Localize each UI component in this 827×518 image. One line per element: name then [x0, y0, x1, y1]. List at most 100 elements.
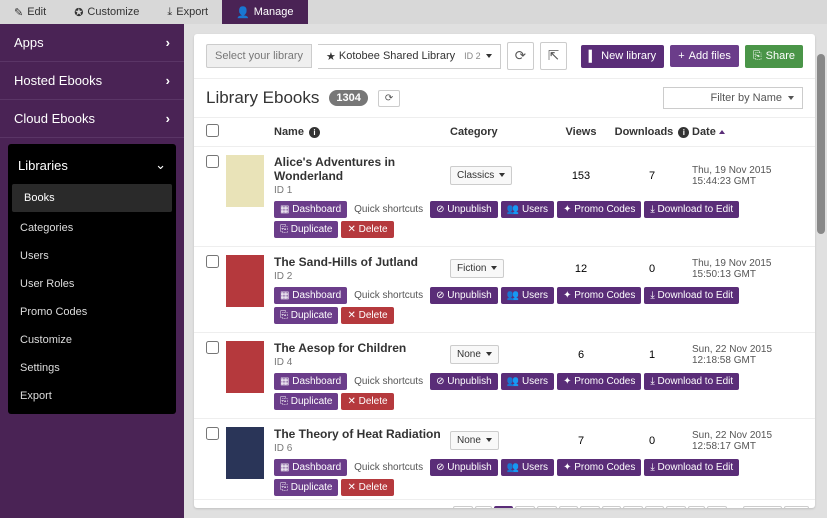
library-name: Kotobee Shared Library: [339, 50, 455, 62]
dashboard-button[interactable]: ▦ Dashboard: [274, 459, 347, 476]
book-id: ID 4: [274, 357, 450, 368]
new-library-button[interactable]: ▍New library: [581, 45, 664, 68]
promo-codes-button[interactable]: ✦ Promo Codes: [557, 287, 641, 304]
pager-first[interactable]: «: [453, 506, 473, 508]
select-library-label: Select your library: [206, 44, 312, 68]
col-downloads[interactable]: Downloads i: [612, 126, 692, 138]
filter-select[interactable]: Filter by Name: [663, 87, 803, 109]
book-icon: ▍: [589, 50, 597, 63]
download-edit-button[interactable]: ⤓ Download to Edit: [644, 459, 739, 476]
date-value: Thu, 19 Nov 2015 15:44:23 GMT: [692, 165, 803, 187]
users-button[interactable]: 👥 Users: [501, 459, 554, 476]
promo-codes-button[interactable]: ✦ Promo Codes: [557, 459, 641, 476]
duplicate-button[interactable]: ⎘ Duplicate: [274, 307, 338, 324]
sidebar-item-export[interactable]: Export: [8, 382, 176, 410]
book-title: The Sand-Hills of Jutland: [274, 255, 450, 269]
duplicate-button[interactable]: ⎘ Duplicate: [274, 221, 338, 238]
downloads-value: 1: [612, 349, 692, 361]
col-name[interactable]: Name i: [274, 126, 450, 138]
download-edit-button[interactable]: ⤓ Download to Edit: [644, 373, 739, 390]
unpublish-button[interactable]: ⊘ Unpublish: [430, 373, 498, 390]
sidebar-item-books[interactable]: Books: [12, 184, 172, 212]
pagination: «‹123456789›»Rows20: [194, 499, 815, 508]
sidebar-item-settings[interactable]: Settings: [8, 354, 176, 382]
table-row: Alice's Adventures in WonderlandID 1Clas…: [194, 147, 815, 247]
pager-page-4[interactable]: 4: [559, 506, 579, 508]
book-title: The Aesop for Children: [274, 341, 450, 355]
pager-page-6[interactable]: 6: [602, 506, 622, 508]
duplicate-button[interactable]: ⎘ Duplicate: [274, 393, 338, 410]
unpublish-button[interactable]: ⊘ Unpublish: [430, 287, 498, 304]
pager-next[interactable]: ›: [688, 506, 705, 508]
pager-page-3[interactable]: 3: [537, 506, 557, 508]
dashboard-button[interactable]: ▦ Dashboard: [274, 373, 347, 390]
plus-icon: +: [678, 50, 684, 62]
sidebar-item-promo-codes[interactable]: Promo Codes: [8, 298, 176, 326]
add-files-button[interactable]: +Add files: [670, 45, 739, 67]
pager-page-8[interactable]: 8: [645, 506, 665, 508]
users-button[interactable]: 👥 Users: [501, 201, 554, 218]
refresh-list-button[interactable]: ⟳: [378, 90, 400, 107]
quick-shortcuts-label: Quick shortcuts: [354, 204, 423, 215]
download-edit-button[interactable]: ⤓ Download to Edit: [644, 287, 739, 304]
delete-button[interactable]: ✕ Delete: [341, 221, 393, 238]
col-views[interactable]: Views: [550, 126, 612, 138]
rows-per-page[interactable]: 20: [784, 506, 809, 508]
pager-last[interactable]: »: [707, 506, 727, 508]
table-row: The Sand-Hills of JutlandID 2Fiction 120…: [194, 247, 815, 333]
delete-button[interactable]: ✕ Delete: [341, 307, 393, 324]
tab-export[interactable]: ⤓Export: [153, 0, 222, 24]
views-value: 7: [550, 435, 612, 447]
duplicate-button[interactable]: ⎘ Duplicate: [274, 479, 338, 496]
row-checkbox[interactable]: [206, 255, 219, 268]
scrollbar[interactable]: [817, 54, 825, 234]
category-select[interactable]: Classics: [450, 166, 512, 185]
library-selector[interactable]: ★ Kotobee Shared Library ID 2: [318, 44, 501, 69]
refresh-button[interactable]: ⟳: [507, 42, 534, 70]
quick-shortcuts-label: Quick shortcuts: [354, 462, 423, 473]
book-id: ID 1: [274, 185, 450, 196]
row-checkbox[interactable]: [206, 155, 219, 168]
col-category[interactable]: Category: [450, 126, 550, 138]
tab-manage[interactable]: 👤Manage: [222, 0, 307, 24]
download-edit-button[interactable]: ⤓ Download to Edit: [644, 201, 739, 218]
tab-edit[interactable]: ✎Edit: [0, 0, 60, 24]
row-checkbox[interactable]: [206, 341, 219, 354]
libraries-header[interactable]: Libraries ⌄: [8, 148, 176, 182]
sidebar-section-apps[interactable]: Apps›: [0, 24, 184, 62]
pager-page-2[interactable]: 2: [515, 506, 535, 508]
sidebar-section-cloud-ebooks[interactable]: Cloud Ebooks›: [0, 100, 184, 138]
category-select[interactable]: Fiction: [450, 259, 504, 278]
sidebar-section-hosted-ebooks[interactable]: Hosted Ebooks›: [0, 62, 184, 100]
dashboard-button[interactable]: ▦ Dashboard: [274, 287, 347, 304]
select-all-checkbox[interactable]: [206, 124, 219, 137]
libraries-panel: Libraries ⌄ BooksCategoriesUsersUser Rol…: [8, 144, 176, 414]
open-external-button[interactable]: ⇱: [540, 42, 567, 70]
row-checkbox[interactable]: [206, 427, 219, 440]
dashboard-button[interactable]: ▦ Dashboard: [274, 201, 347, 218]
sidebar-item-customize[interactable]: Customize: [8, 326, 176, 354]
unpublish-button[interactable]: ⊘ Unpublish: [430, 201, 498, 218]
pager-page-7[interactable]: 7: [623, 506, 643, 508]
delete-button[interactable]: ✕ Delete: [341, 479, 393, 496]
promo-codes-button[interactable]: ✦ Promo Codes: [557, 373, 641, 390]
content-area: Select your library ★ Kotobee Shared Lib…: [184, 24, 827, 518]
category-select[interactable]: None: [450, 431, 499, 450]
sidebar-item-categories[interactable]: Categories: [8, 214, 176, 242]
pager-prev[interactable]: ‹: [475, 506, 492, 508]
pager-page-5[interactable]: 5: [580, 506, 600, 508]
sidebar-item-users[interactable]: Users: [8, 242, 176, 270]
delete-button[interactable]: ✕ Delete: [341, 393, 393, 410]
tab-customize[interactable]: ✪Customize: [60, 0, 153, 24]
pager-page-9[interactable]: 9: [666, 506, 686, 508]
users-button[interactable]: 👥 Users: [501, 287, 554, 304]
col-date[interactable]: Date: [692, 126, 803, 138]
share-button[interactable]: ⎘Share: [745, 45, 803, 68]
unpublish-button[interactable]: ⊘ Unpublish: [430, 459, 498, 476]
category-select[interactable]: None: [450, 345, 499, 364]
export-icon: ⤓: [167, 6, 172, 19]
sidebar-item-user-roles[interactable]: User Roles: [8, 270, 176, 298]
users-button[interactable]: 👥 Users: [501, 373, 554, 390]
promo-codes-button[interactable]: ✦ Promo Codes: [557, 201, 641, 218]
pager-page-1[interactable]: 1: [494, 506, 514, 508]
